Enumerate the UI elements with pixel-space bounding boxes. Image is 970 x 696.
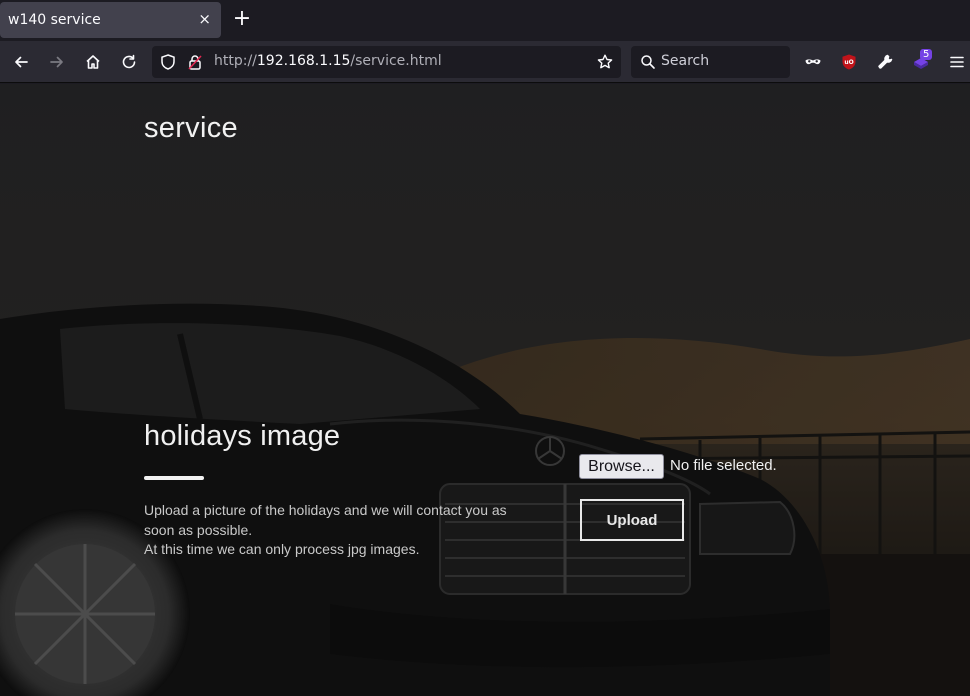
- star-icon[interactable]: [596, 53, 614, 71]
- search-bar[interactable]: Search: [631, 46, 790, 78]
- upload-description: Upload a picture of the holidays and we …: [144, 501, 534, 560]
- shield-icon[interactable]: [159, 53, 177, 71]
- wrench-icon[interactable]: [873, 50, 897, 74]
- upload-button[interactable]: Upload: [580, 499, 684, 541]
- back-icon[interactable]: [9, 50, 33, 74]
- address-bar[interactable]: http://192.168.1.15/service.html: [152, 46, 621, 78]
- car-background-image: [0, 84, 970, 696]
- tab-w140-service[interactable]: w140 service ×: [0, 2, 221, 38]
- search-icon: [641, 55, 655, 69]
- navigation-toolbar: http://192.168.1.15/service.html Search …: [0, 41, 970, 83]
- description-line-2: At this time we can only process jpg ima…: [144, 541, 420, 557]
- file-status-text: No file selected.: [670, 457, 777, 474]
- close-icon[interactable]: ×: [198, 10, 211, 28]
- page-content: service holidays image Upload a picture …: [0, 84, 970, 696]
- url-text[interactable]: http://192.168.1.15/service.html: [214, 53, 442, 69]
- menu-icon[interactable]: [945, 50, 969, 74]
- mask-icon[interactable]: [801, 50, 825, 74]
- svg-text:uO: uO: [844, 59, 853, 66]
- description-line-1: Upload a picture of the holidays and we …: [144, 502, 507, 538]
- new-tab-button[interactable]: +: [230, 8, 254, 32]
- browse-file-button[interactable]: Browse...: [579, 454, 664, 479]
- ublock-icon[interactable]: uO: [837, 50, 861, 74]
- reload-icon[interactable]: [117, 50, 141, 74]
- section-heading: holidays image: [144, 420, 341, 452]
- extension-badge: 5: [920, 49, 933, 60]
- search-placeholder: Search: [661, 53, 710, 69]
- home-icon[interactable]: [81, 50, 105, 74]
- site-title: service: [144, 112, 238, 144]
- tab-bar: w140 service × +: [0, 0, 970, 41]
- lock-icon[interactable]: [186, 53, 204, 71]
- heading-underline: [144, 476, 204, 480]
- forward-icon[interactable]: [45, 50, 69, 74]
- tab-title: w140 service: [8, 12, 101, 28]
